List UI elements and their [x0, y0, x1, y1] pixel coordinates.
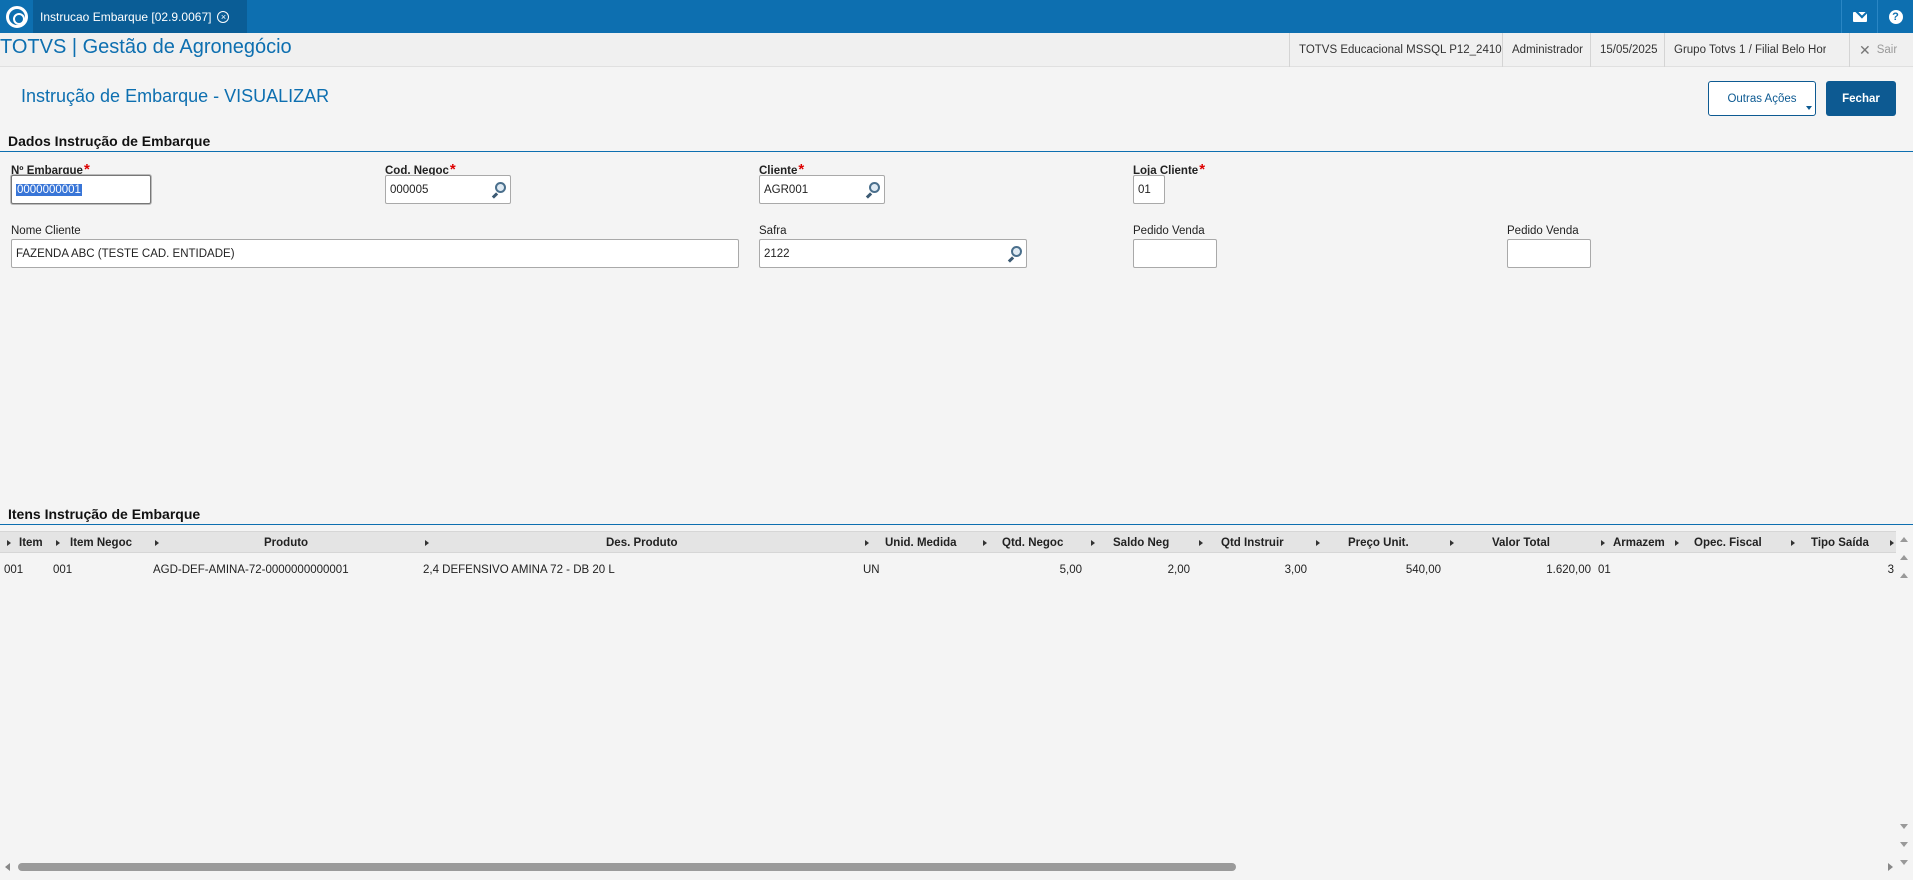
- date-info[interactable]: 15/05/2025: [1590, 33, 1664, 67]
- search-icon[interactable]: [1006, 246, 1022, 263]
- table-row[interactable]: 001 001 AGD-DEF-AMINA-72-0000000000001 2…: [0, 559, 1896, 581]
- page-title: Instrução de Embarque - VISUALIZAR: [21, 86, 330, 106]
- nome-cliente-label: Nome Cliente: [11, 225, 81, 237]
- cell-qtd-instruir: 3,00: [1284, 564, 1307, 576]
- col-saldo-neg[interactable]: Saldo Neg: [1113, 532, 1169, 554]
- scroll-down-icon[interactable]: [1900, 824, 1908, 829]
- branch-info[interactable]: Grupo Totvs 1 / Filial Belo Hor: [1664, 33, 1826, 67]
- form-section-title: Dados Instrução de Embarque: [8, 133, 211, 149]
- other-actions-label: Outras Ações: [1727, 92, 1797, 105]
- col-produto[interactable]: Produto: [264, 532, 308, 554]
- col-preco-unit[interactable]: Preço Unit.: [1348, 532, 1409, 554]
- scroll-page-down-icon[interactable]: [1900, 842, 1908, 847]
- logout-label: Sair: [1876, 44, 1898, 56]
- logout-button[interactable]: ✕ Sair: [1849, 33, 1913, 67]
- column-menu-icon[interactable]: [1890, 540, 1894, 546]
- safra-label: Safra: [759, 225, 787, 237]
- column-menu-icon[interactable]: [865, 540, 869, 546]
- col-valor-total[interactable]: Valor Total: [1492, 532, 1550, 554]
- num-embarque-field[interactable]: 0000000001: [11, 175, 151, 204]
- nome-cliente-field[interactable]: FAZENDA ABC (TESTE CAD. ENTIDADE): [11, 239, 739, 268]
- cell-produto: AGD-DEF-AMINA-72-0000000000001: [153, 564, 349, 576]
- column-menu-icon[interactable]: [1675, 540, 1679, 546]
- environment-info[interactable]: TOTVS Educacional MSSQL P12_2410: [1289, 33, 1502, 67]
- section-divider: [0, 151, 1913, 152]
- pedido-venda-field[interactable]: [1133, 239, 1217, 268]
- cell-unid-medida: UN: [863, 564, 880, 576]
- search-icon[interactable]: [490, 182, 506, 199]
- close-label: Fechar: [1842, 92, 1880, 105]
- header: TOTVS | Gestão de Agronegócio TOTVS Educ…: [0, 33, 1913, 67]
- scroll-right-icon[interactable]: [1888, 863, 1893, 871]
- cell-tipo-saida: 3: [1887, 564, 1894, 576]
- col-tipo-saida[interactable]: Tipo Saída: [1811, 532, 1869, 554]
- tab-title: Instrucao Embarque [02.9.0067]: [40, 9, 212, 24]
- cell-des-produto: 2,4 DEFENSIVO AMINA 72 - DB 20 L: [423, 564, 615, 576]
- scroll-top-icon[interactable]: [1900, 537, 1908, 542]
- cod-negoc-field[interactable]: 000005: [385, 175, 511, 204]
- items-section-title: Itens Instrução de Embarque: [8, 506, 201, 522]
- close-button[interactable]: Fechar: [1826, 81, 1896, 116]
- section-divider: [0, 524, 1913, 525]
- col-armazem[interactable]: Armazem: [1613, 532, 1665, 554]
- scroll-page-up-icon[interactable]: [1900, 555, 1908, 560]
- col-item-negoc[interactable]: Item Negoc: [70, 532, 132, 554]
- cell-saldo-neg: 2,00: [1167, 564, 1190, 576]
- tab-instrucao-embarque[interactable]: Instrucao Embarque [02.9.0067] ×: [33, 0, 247, 33]
- horizontal-scrollbar[interactable]: [0, 860, 1896, 874]
- pedido-venda-2-label: Pedido Venda: [1507, 225, 1579, 237]
- pedido-venda-label: Pedido Venda: [1133, 225, 1205, 237]
- col-item[interactable]: Item: [19, 532, 43, 554]
- col-qtd-negoc[interactable]: Qtd. Negoc: [1002, 532, 1063, 554]
- mail-icon: [1852, 11, 1867, 22]
- loja-cliente-field[interactable]: 01: [1133, 175, 1165, 204]
- messages-button[interactable]: [1841, 0, 1877, 33]
- safra-field[interactable]: 2122: [759, 239, 1027, 268]
- close-icon: ✕: [1859, 41, 1871, 58]
- scroll-left-icon[interactable]: [5, 863, 10, 871]
- grid-header: Item Item Negoc Produto Des. Produto Uni…: [0, 531, 1896, 553]
- column-menu-icon[interactable]: [56, 540, 60, 546]
- other-actions-button[interactable]: Outras Ações: [1708, 81, 1816, 116]
- cell-qtd-negoc: 5,00: [1059, 564, 1082, 576]
- column-menu-icon[interactable]: [425, 540, 429, 546]
- column-menu-icon[interactable]: [155, 540, 159, 546]
- col-opec-fiscal[interactable]: Opec. Fiscal: [1694, 532, 1762, 554]
- cell-preco-unit: 540,00: [1405, 564, 1441, 576]
- app-title: TOTVS | Gestão de Agronegócio: [0, 36, 292, 58]
- totvs-logo-icon[interactable]: [0, 0, 33, 33]
- column-menu-icon[interactable]: [1316, 540, 1320, 546]
- column-menu-icon[interactable]: [1199, 540, 1203, 546]
- cell-item: 001: [4, 564, 24, 576]
- column-menu-icon[interactable]: [1791, 540, 1795, 546]
- scroll-up-icon[interactable]: [1900, 573, 1908, 578]
- caret-down-icon: [1806, 106, 1812, 110]
- vertical-scrollbar[interactable]: [1896, 531, 1913, 871]
- col-des-produto[interactable]: Des. Produto: [606, 532, 678, 554]
- column-menu-icon[interactable]: [1450, 540, 1454, 546]
- scroll-bottom-icon[interactable]: [1900, 860, 1908, 865]
- col-unid-medida[interactable]: Unid. Medida: [885, 532, 957, 554]
- help-icon: ?: [1888, 9, 1903, 24]
- help-button[interactable]: ?: [1877, 0, 1913, 33]
- column-menu-icon[interactable]: [983, 540, 987, 546]
- cell-valor-total: 1.620,00: [1546, 564, 1591, 576]
- col-qtd-instruir[interactable]: Qtd Instruir: [1221, 532, 1284, 554]
- pedido-venda-2-field[interactable]: [1507, 239, 1591, 268]
- horizontal-scroll-thumb[interactable]: [18, 863, 1236, 871]
- top-bar: Instrucao Embarque [02.9.0067] × ?: [0, 0, 1913, 33]
- user-info[interactable]: Administrador: [1502, 33, 1590, 67]
- column-menu-icon[interactable]: [7, 540, 11, 546]
- search-icon[interactable]: [864, 182, 880, 199]
- close-tab-icon[interactable]: ×: [217, 10, 230, 23]
- cliente-field[interactable]: AGR001: [759, 175, 885, 204]
- column-menu-icon[interactable]: [1091, 540, 1095, 546]
- column-menu-icon[interactable]: [1601, 540, 1605, 546]
- cell-item-negoc: 001: [53, 564, 73, 576]
- cell-armazem: 01: [1598, 564, 1611, 576]
